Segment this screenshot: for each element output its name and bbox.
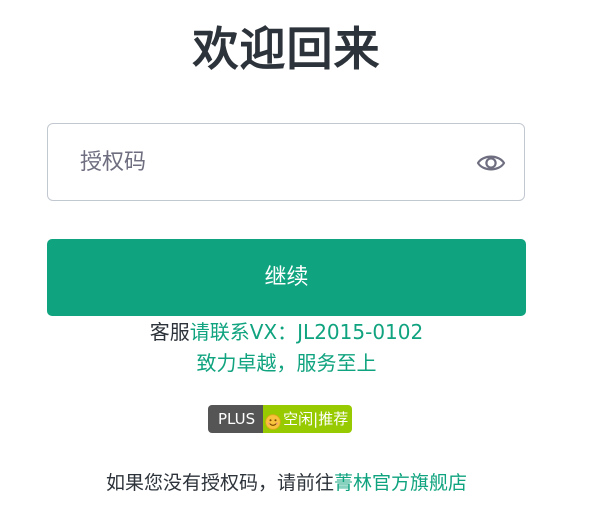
footer-text: 如果您没有授权码，请前往 [105,472,334,494]
footer-note: 如果您没有授权码，请前往菁林官方旗舰店 [0,469,573,497]
badge-status-label: 空闲|推荐 [283,410,349,428]
login-page: 欢迎回来 继续 客服请联系VX：JL2015-0102 致力卓越，服务至上 PL… [0,0,597,529]
badge-plus-label: PLUS [208,405,264,433]
contact-prefix: 客服 [149,320,190,344]
auth-code-field-container [47,123,525,201]
plus-status-badge[interactable]: PLUS 空闲|推荐 [208,405,353,433]
slogan: 致力卓越，服务至上 [196,351,377,375]
badge-status: 空闲|推荐 [263,405,353,433]
eye-icon[interactable] [476,150,506,176]
continue-button[interactable]: 继续 [47,239,526,316]
auth-code-input[interactable] [80,142,460,182]
contact-text: 请联系VX：JL2015-0102 [189,320,424,344]
official-store-link[interactable]: 菁林官方旗舰店 [334,472,467,494]
contact-line: 客服请联系VX：JL2015-0102 [0,319,573,345]
page-title: 欢迎回来 [192,22,381,76]
smile-icon [265,411,281,430]
